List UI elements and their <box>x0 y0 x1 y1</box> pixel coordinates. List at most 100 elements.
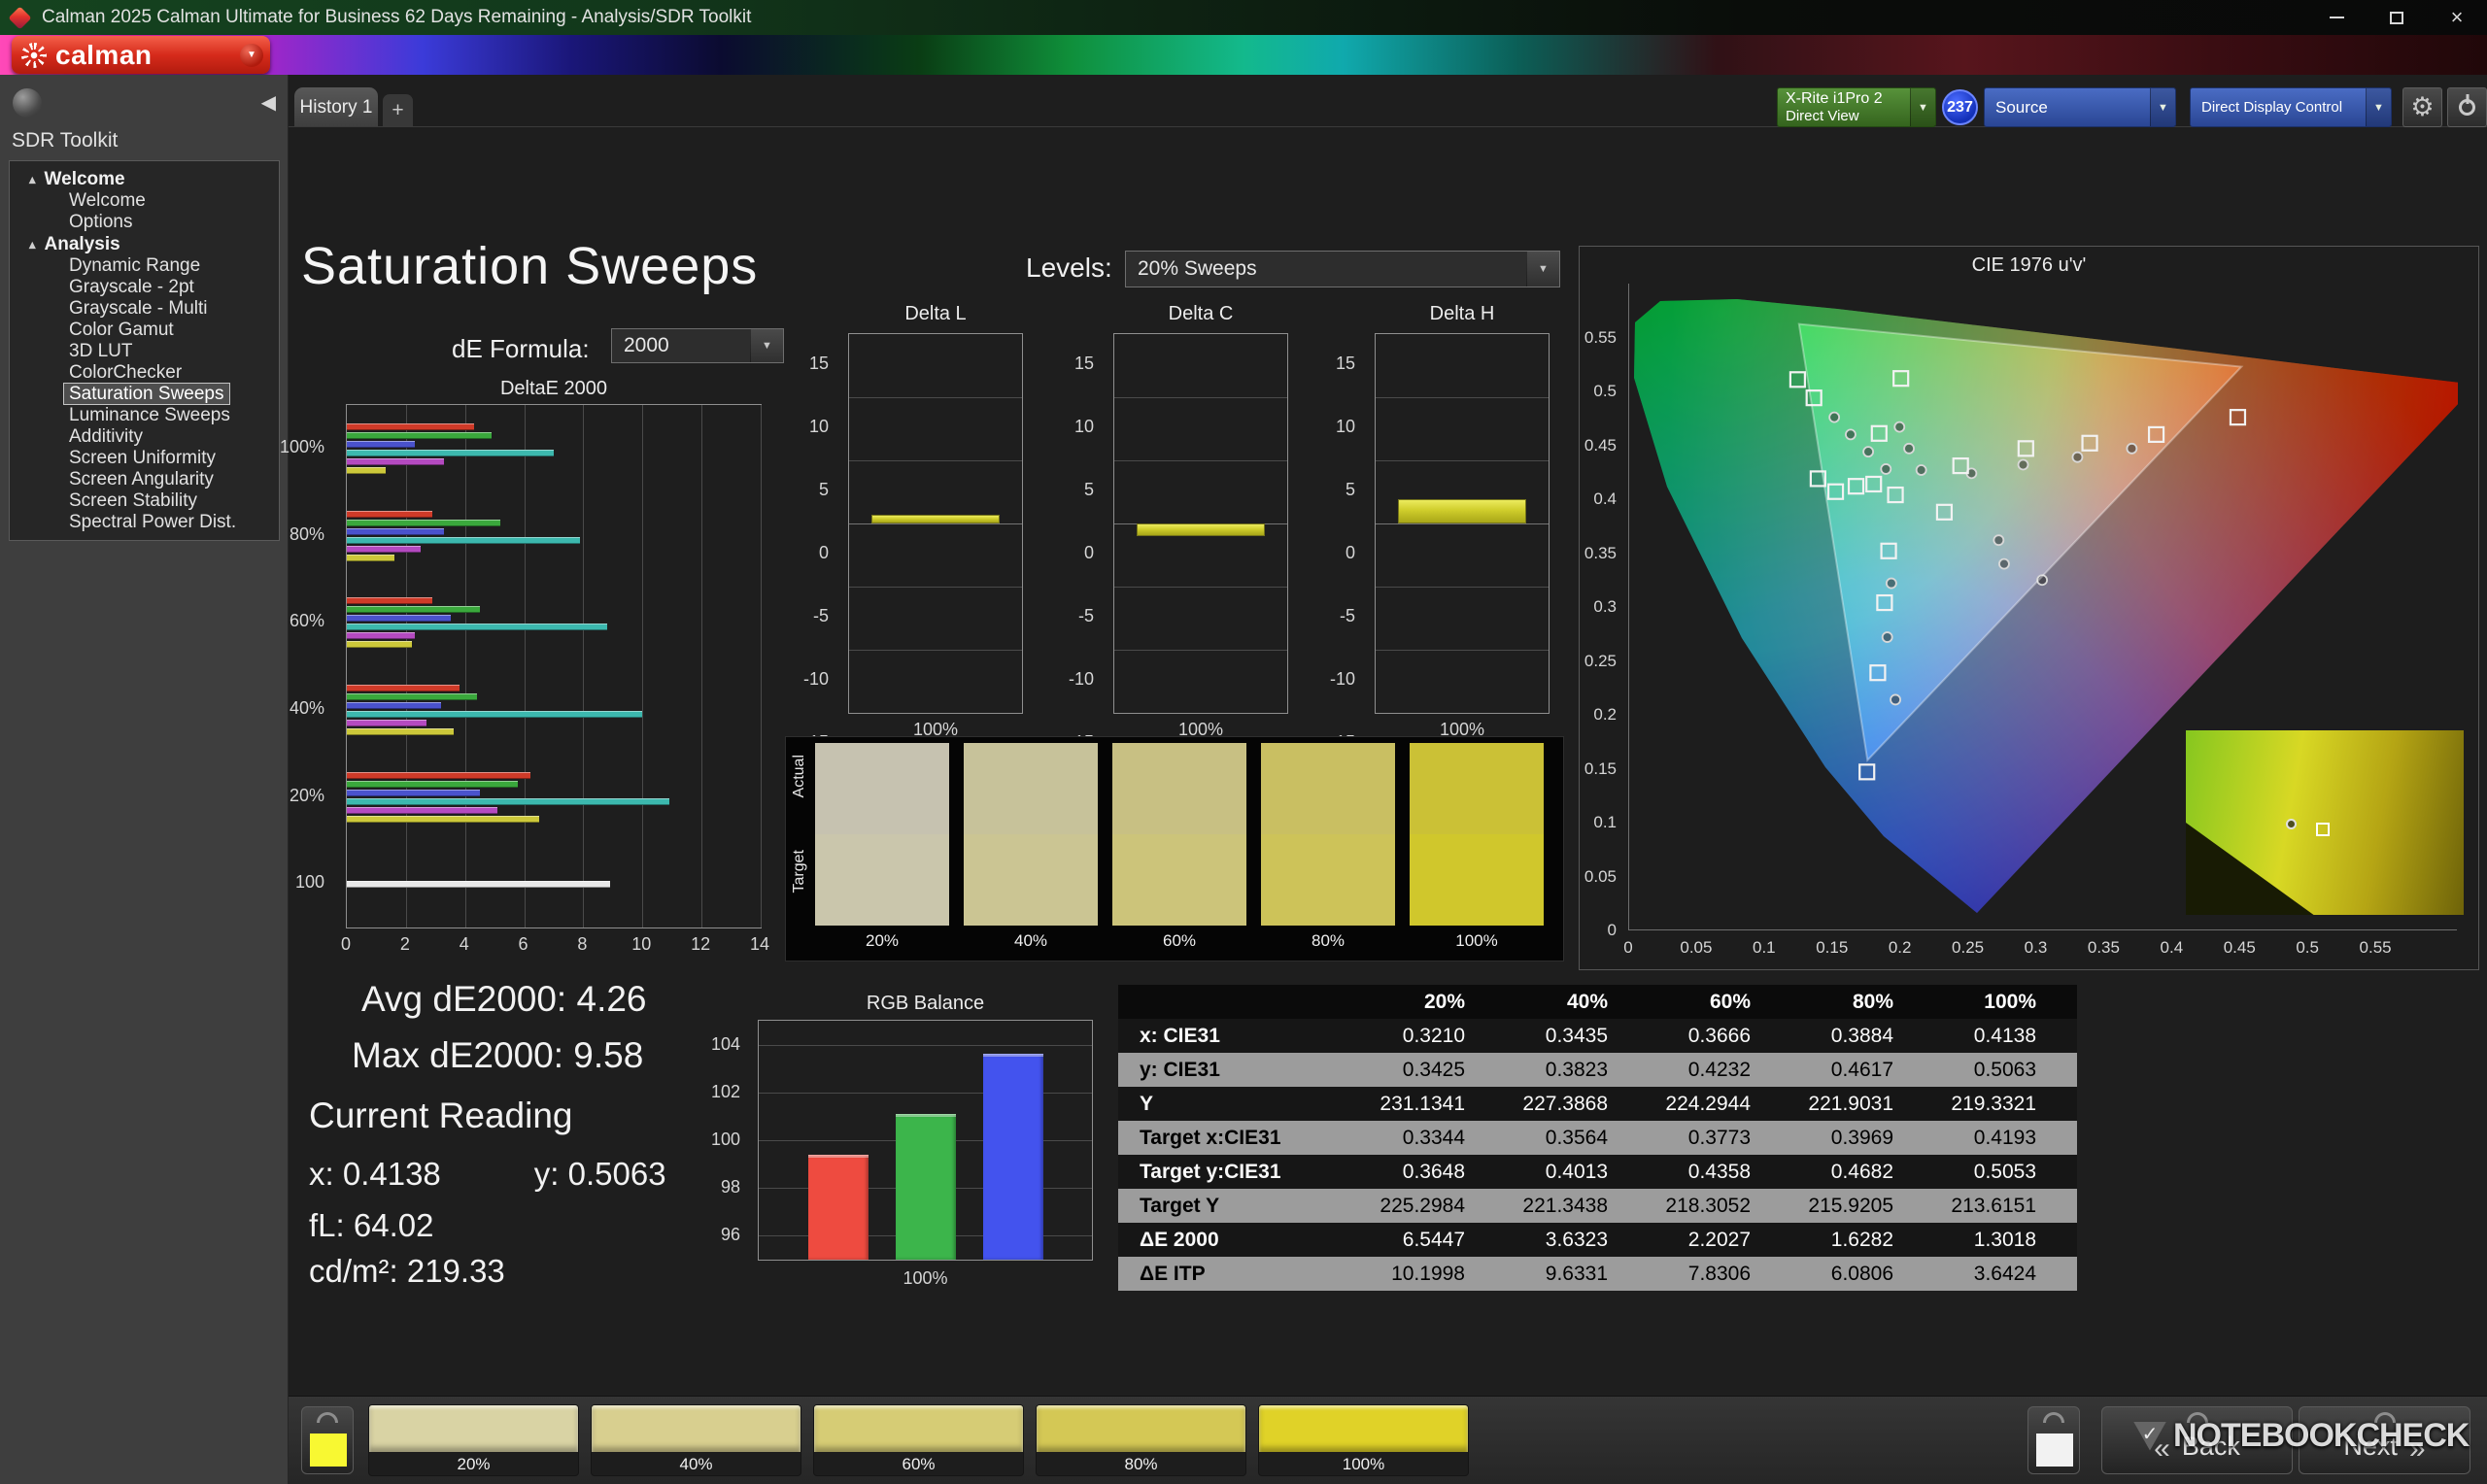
cie-zoom-inset <box>2186 730 2464 915</box>
cie-reference-point <box>1845 428 1857 441</box>
chevron-down-icon: ▼ <box>2150 88 2175 126</box>
cie-y-axis: 0 0.05 0.1 0.15 0.2 0.25 0.3 0.35 0.4 0.45 0.5 0.55 <box>1580 284 1622 940</box>
sidebar-item-3d-lut[interactable]: 3D LUT <box>10 341 279 362</box>
deltae-bar <box>347 466 386 474</box>
table-cell: 0.4232 <box>1687 1058 1751 1081</box>
delta-c-plot <box>1113 333 1288 714</box>
patch-label: 100% <box>1455 931 1498 950</box>
patch-color <box>369 1405 578 1452</box>
gridline <box>405 405 407 928</box>
delta-l-plot <box>848 333 1023 714</box>
gridline <box>464 405 466 928</box>
axis-tick-label: 104 <box>710 1033 740 1054</box>
pattern-window-button[interactable] <box>2027 1406 2080 1474</box>
page-title: Saturation Sweeps <box>301 237 759 295</box>
sidebar-item-saturation-sweeps[interactable]: Saturation Sweeps <box>10 383 279 405</box>
gridline <box>849 460 1022 461</box>
levels-label: Levels: <box>1026 253 1112 283</box>
chevrons-right-icon: » <box>2408 1433 2426 1465</box>
axis-tick-label: -10 <box>1068 669 1094 689</box>
sidebar-item-options[interactable]: Options <box>10 212 279 233</box>
close-button[interactable]: × <box>2427 0 2487 35</box>
axis-tick-label: 0 <box>1345 543 1355 562</box>
actual-patch <box>815 743 949 834</box>
rgb-y-axis: 104 102 100 98 96 <box>680 1020 750 1261</box>
window-controls: × <box>2306 0 2487 35</box>
add-tab-button[interactable]: + <box>383 94 413 127</box>
logo-menu-caret-icon[interactable]: ▼ <box>240 43 263 67</box>
saturation-patch-button-80[interactable]: 80% <box>1036 1404 1246 1476</box>
cie-reference-point <box>1893 421 1906 433</box>
x-reading: x: 0.4138 <box>309 1156 441 1192</box>
gridline <box>1376 650 1549 651</box>
sidebar-item-grayscale-2pt[interactable]: Grayscale - 2pt <box>10 277 279 298</box>
sidebar-item-grayscale-multi[interactable]: Grayscale - Multi <box>10 298 279 320</box>
actual-patch <box>1112 743 1246 834</box>
tab-history-1[interactable]: History 1 <box>294 87 378 127</box>
axis-tick-label: 0.3 <box>1593 597 1617 616</box>
patch-button-label: 80% <box>1124 1455 1158 1473</box>
sidebar-item-welcome[interactable]: Welcome <box>10 190 279 212</box>
de-formula-dropdown[interactable]: 2000 ▼ <box>611 328 784 363</box>
sidebar-collapse-icon[interactable]: ◀ <box>261 90 276 115</box>
deltae-bar <box>347 692 477 700</box>
chevron-down-icon: ▼ <box>750 329 783 362</box>
sidebar-item-colorchecker[interactable]: ColorChecker <box>10 362 279 384</box>
levels-dropdown[interactable]: 20% Sweeps ▼ <box>1125 251 1560 287</box>
patch-label: 60% <box>1162 931 1197 950</box>
saturation-patch-button-20[interactable]: 20% <box>368 1404 579 1476</box>
sidebar-item-color-gamut[interactable]: Color Gamut <box>10 320 279 341</box>
next-button[interactable]: Next » <box>2299 1406 2470 1474</box>
cie-reference-point <box>1881 631 1893 643</box>
deltae-bar <box>347 641 412 649</box>
delta-h-title: Delta H <box>1429 303 1495 324</box>
settings-button[interactable]: ⚙ <box>2402 87 2442 127</box>
maximize-button[interactable] <box>2367 0 2427 35</box>
power-button[interactable] <box>2447 87 2487 127</box>
deltae-bar <box>347 597 433 605</box>
saturation-patch-button-40[interactable]: 40% <box>591 1404 801 1476</box>
back-button[interactable]: « Back <box>2101 1406 2293 1474</box>
calman-logo-button[interactable]: calman ▼ <box>12 36 270 74</box>
table-cell: 0.4013 <box>1545 1160 1608 1183</box>
display-control-dropdown[interactable]: Direct Display Control ▼ <box>2190 87 2392 127</box>
sidebar-home-button[interactable] <box>13 88 42 118</box>
cie-reference-point <box>2017 458 2029 471</box>
current-patch-button[interactable] <box>301 1406 354 1474</box>
row-label: y: CIE31 <box>1140 1058 1220 1081</box>
deltae-bar <box>347 554 394 561</box>
table-cell: 0.5063 <box>1973 1058 2036 1081</box>
actual-patch <box>1410 743 1544 834</box>
axis-tick-label: 0.5 <box>2296 938 2319 957</box>
tree-expand-icon[interactable]: ▴ <box>29 237 36 253</box>
axis-tick-label: 2 <box>399 934 410 954</box>
axis-tick-label: 15 <box>1335 354 1355 373</box>
tree-group-label: Welcome <box>44 168 125 189</box>
table-cell: 219.3321 <box>1951 1092 2036 1115</box>
axis-tick-label: 5 <box>1083 480 1094 499</box>
tree-group-welcome[interactable]: ▴ Welcome <box>10 168 279 190</box>
saturation-patch-button-60[interactable]: 60% <box>813 1404 1024 1476</box>
rgb-x-label: 100% <box>903 1268 948 1288</box>
sidebar-item-label: Spectral Power Dist. <box>69 512 237 532</box>
tree-expand-icon[interactable]: ▴ <box>29 172 36 187</box>
source-dropdown[interactable]: Source ▼ <box>1984 87 2176 127</box>
deltae-x-axis: 0 2 4 6 8 10 12 14 <box>341 934 769 958</box>
tree-group-analysis[interactable]: ▴ Analysis <box>10 233 279 255</box>
arch-icon <box>2373 1412 2396 1423</box>
patch-column-40%: 40% <box>964 743 1098 951</box>
table-cell: 0.4682 <box>1830 1160 1893 1183</box>
saturation-patch-button-100[interactable]: 100% <box>1258 1404 1469 1476</box>
axis-tick-label: 5 <box>818 480 829 499</box>
next-button-label: Next <box>2343 1432 2398 1461</box>
meter-dropdown[interactable]: X-Rite i1Pro 2 Direct View ▼ <box>1777 87 1936 127</box>
axis-tick-label: 0.3 <box>2024 938 2048 957</box>
cie-reference-point <box>2126 442 2138 455</box>
patch-button-label: 40% <box>679 1455 713 1473</box>
table-cell: 0.4617 <box>1830 1058 1893 1081</box>
sidebar-item-label: Grayscale - 2pt <box>69 277 194 297</box>
axis-tick-label: 10 <box>1335 417 1355 436</box>
cie-reference-point <box>2071 451 2084 463</box>
minimize-button[interactable] <box>2306 0 2367 35</box>
sidebar-item-dynamic-range[interactable]: Dynamic Range <box>10 255 279 277</box>
